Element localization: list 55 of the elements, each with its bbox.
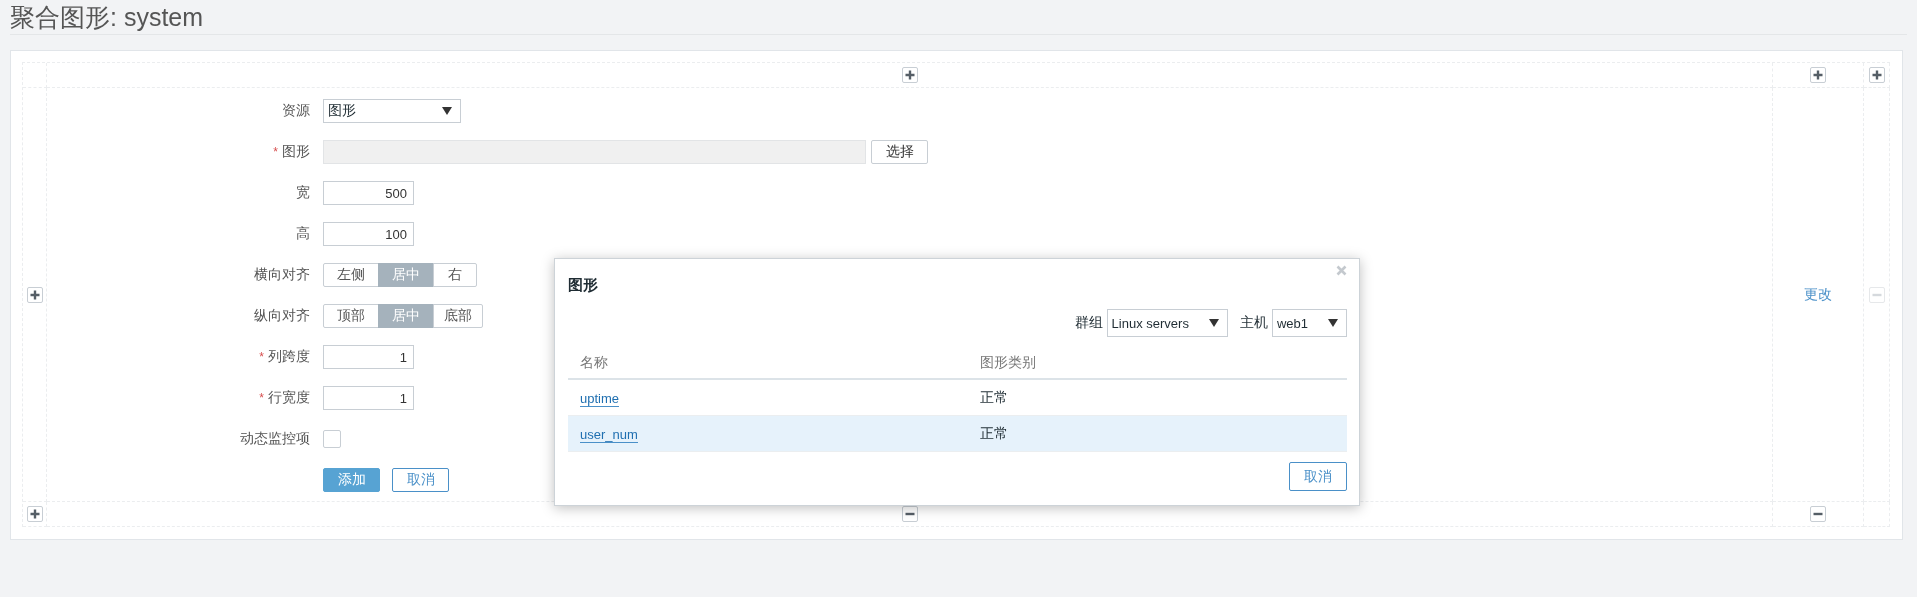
required-mark: * [259,350,264,364]
remove-button[interactable] [901,506,918,522]
caret-icon [1208,319,1219,327]
add-button[interactable] [901,67,918,83]
add-button[interactable] [1810,67,1826,83]
change-link[interactable]: 更改 [1804,285,1832,304]
column-header: 图形类别 [979,353,1037,372]
field-label: 高 [296,225,310,241]
column-header: 名称 [579,353,609,372]
table-cell-text: 正常 [979,388,1009,407]
field-label: 动态监控项 [240,430,310,446]
input-field[interactable] [323,140,866,164]
cancel-button[interactable]: 取消 [392,468,449,492]
segment-button[interactable]: 顶部 [323,304,379,328]
graph-link[interactable]: user_num [580,426,638,443]
add-button[interactable] [26,286,43,303]
select-button[interactable]: 选择 [871,140,928,164]
cancel-button[interactable]: 取消 [1289,462,1347,491]
segment-button[interactable]: 右 [433,263,477,287]
filter-label: 主机 [1239,314,1268,332]
input-field[interactable]: 500 [323,181,414,205]
field-label: 纵向对齐 [254,307,310,323]
filter-label: 群组 [1074,314,1103,332]
field-label: 行宽度 [268,389,310,405]
input-field[interactable]: 100 [323,222,414,246]
add-button[interactable] [26,506,43,522]
plus-icon [28,288,41,301]
add-button[interactable] [1868,67,1885,83]
dialog-title: 图形 [568,276,598,295]
required-mark: * [273,145,278,159]
table-cell-text: 正常 [979,424,1009,443]
dropdown[interactable]: web1 [1271,309,1347,337]
plus-icon [28,508,41,520]
caret-icon [442,107,452,115]
field-label: 列跨度 [268,348,310,364]
table-row[interactable]: user_num 正常 [568,416,1347,452]
caret-icon [1328,319,1338,327]
required-mark: * [259,391,264,405]
field-label: 图形 [282,143,310,159]
plus-icon [1870,69,1883,81]
plus-icon [903,69,916,81]
field-label: 宽 [296,184,310,200]
segment-button[interactable]: 左侧 [323,263,379,287]
segment-button[interactable]: 底部 [433,304,483,328]
dropdown[interactable]: Linux servers [1106,309,1228,337]
graph-link[interactable]: uptime [580,390,620,407]
input-field[interactable]: 1 [323,345,414,369]
checkbox[interactable] [323,430,341,448]
field-label: 横向对齐 [254,266,310,282]
page-title: 聚合图形: system [10,0,1907,35]
input-field[interactable]: 1 [323,386,414,410]
dropdown[interactable]: 图形 [323,99,461,123]
remove-button[interactable] [1810,506,1826,522]
field-label: 资源 [282,102,310,118]
plus-icon [1812,69,1824,81]
